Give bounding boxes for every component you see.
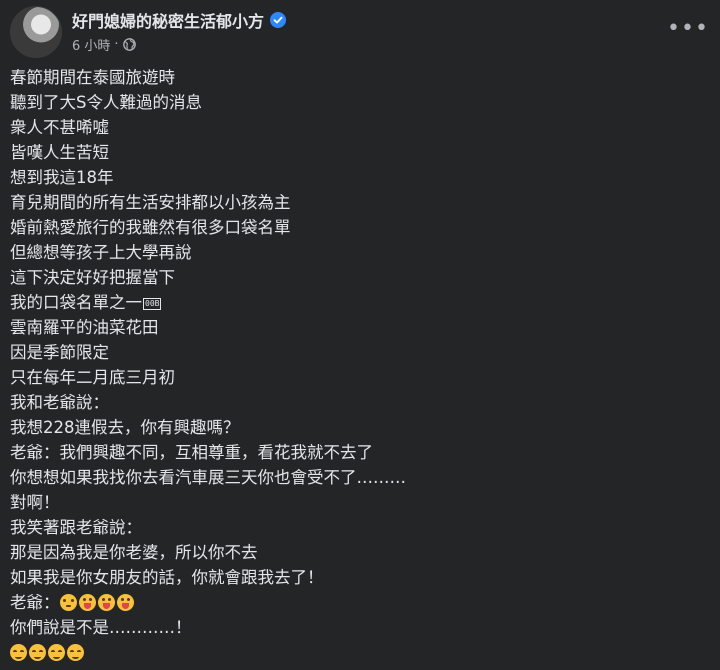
post-line: 但總想等孩子上大學再說 bbox=[10, 243, 192, 262]
post-line-emojis: 老爺： bbox=[10, 590, 710, 615]
relieved-face-emoji bbox=[67, 644, 84, 661]
author-name[interactable]: 好門媳婦的秘密生活郁小方 bbox=[72, 8, 264, 32]
tongue-face-emoji bbox=[78, 594, 96, 611]
post-line: 因是季節限定 bbox=[10, 343, 109, 362]
post-line: 只在每年二月底三月初 bbox=[10, 368, 175, 387]
post-header: 好門媳婦的秘密生活郁小方 6 小時 · ••• bbox=[0, 0, 720, 60]
author-name-row: 好門媳婦的秘密生活郁小方 bbox=[72, 8, 287, 32]
post-line: 育兒期間的所有生活安排都以小孩為主 bbox=[10, 193, 291, 212]
relieved-face-emoji bbox=[29, 644, 46, 661]
post-line: 如果我是你女朋友的話，你就會跟我去了！ bbox=[10, 568, 324, 587]
facebook-post: 好門媳婦的秘密生活郁小方 6 小時 · ••• 春節期間在泰國旅遊時 聽到了大S… bbox=[0, 0, 720, 670]
post-line: 想到我這18年 bbox=[10, 168, 114, 187]
post-line: 你們說是不是…………！ bbox=[10, 618, 192, 637]
post-line: 衆人不甚唏噓 bbox=[10, 118, 109, 137]
post-body: 春節期間在泰國旅遊時 聽到了大S令人難過的消息 衆人不甚唏噓 皆嘆人生苦短 想到… bbox=[10, 65, 710, 665]
meta-separator: · bbox=[114, 37, 119, 52]
relieved-face-emoji bbox=[48, 644, 65, 661]
post-line: 我和老爺說： bbox=[10, 393, 109, 412]
more-options-icon[interactable]: ••• bbox=[667, 14, 708, 42]
replacement-glyph: 00B bbox=[143, 298, 162, 310]
post-line: 你想想如果我找你去看汽車展三天你也會受不了……… bbox=[10, 468, 406, 487]
post-line-text: 我的口袋名單之一 bbox=[10, 293, 142, 312]
post-line: 雲南羅平的油菜花田 bbox=[10, 318, 159, 337]
post-line: 春節期間在泰國旅遊時 bbox=[10, 68, 175, 87]
post-timestamp[interactable]: 6 小時 bbox=[72, 35, 110, 54]
relieved-face-emoji bbox=[10, 644, 27, 661]
post-line: 那是因為我是你老婆，所以你不去 bbox=[10, 543, 258, 562]
post-line: 對啊！ bbox=[10, 493, 60, 512]
post-line: 我笑著跟老爺說： bbox=[10, 518, 142, 537]
author-avatar[interactable] bbox=[10, 6, 62, 58]
post-line: 聽到了大S令人難過的消息 bbox=[10, 93, 202, 112]
post-line: 老爺：我們興趣不同，互相尊重，看花我就不去了 bbox=[10, 443, 373, 462]
post-line: 婚前熱愛旅行的我雖然有很多口袋名單 bbox=[10, 218, 291, 237]
post-line-emoji-row bbox=[10, 640, 710, 665]
tongue-face-emoji bbox=[116, 594, 134, 611]
post-line-pocket-list: 我的口袋名單之一 00B bbox=[10, 290, 710, 315]
verified-badge-icon bbox=[270, 12, 287, 28]
post-line: 我想228連假去，你有興趣嗎？ bbox=[10, 418, 240, 437]
globe-icon[interactable] bbox=[122, 38, 136, 51]
post-line: 這下決定好好把握當下 bbox=[10, 268, 175, 287]
post-meta: 6 小時 · bbox=[72, 35, 136, 54]
flushed-face-emoji bbox=[59, 594, 77, 611]
tongue-face-emoji bbox=[97, 594, 115, 611]
post-line-text: 老爺： bbox=[10, 593, 60, 612]
post-line: 皆嘆人生苦短 bbox=[10, 143, 109, 162]
